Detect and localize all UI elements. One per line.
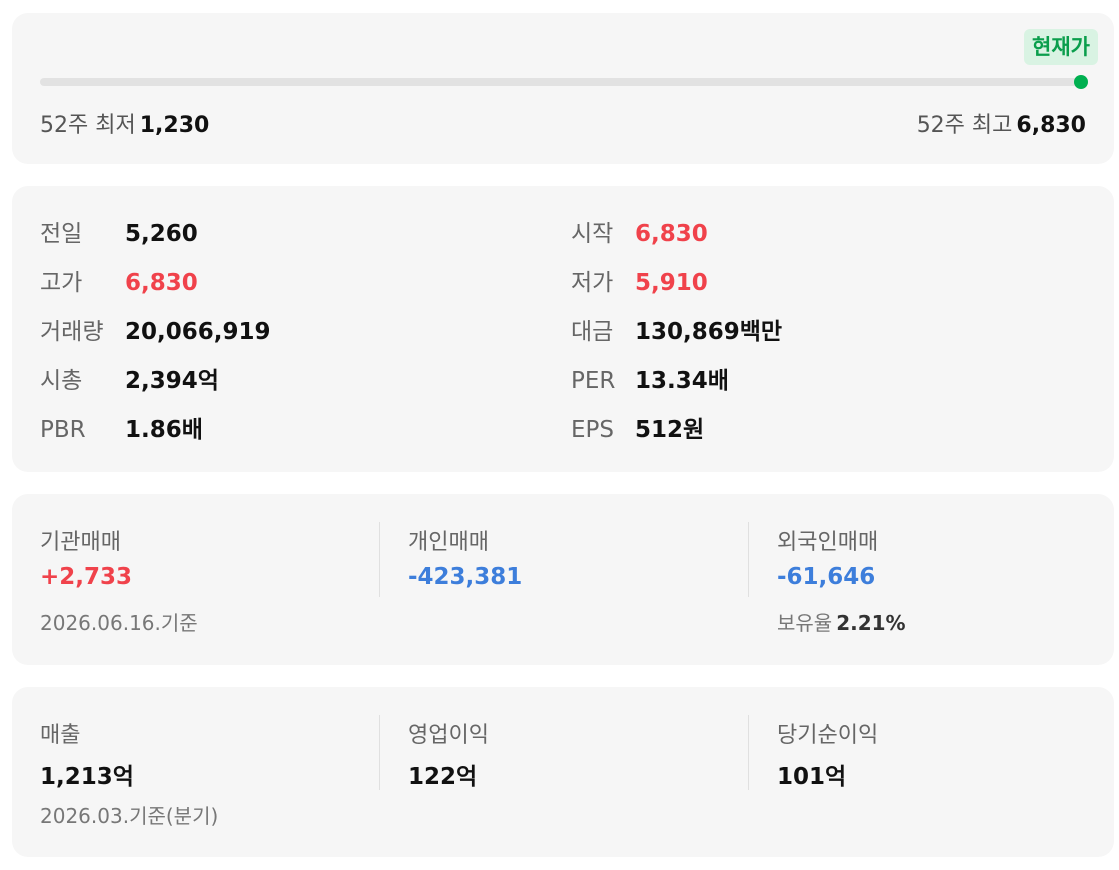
operating-profit-label: 영업이익	[408, 723, 489, 748]
trading-date-note: 2026.06.16.기준	[40, 611, 198, 635]
stat-label: 시총	[40, 368, 83, 394]
stat-value: 6,830	[635, 221, 708, 247]
week52-low-label: 52주 최저	[40, 113, 136, 138]
stat-trading-value: 대금 130,869백만	[571, 317, 782, 347]
week52-high-label: 52주 최고	[916, 113, 1013, 138]
stat-eps: EPS 512원	[571, 415, 704, 445]
stat-high: 고가 6,830	[40, 268, 198, 298]
net-income: 당기순이익 101억	[749, 687, 1117, 857]
current-price-badge: 현재가	[1024, 29, 1098, 65]
week52-low: 52주 최저 1,230	[40, 107, 209, 139]
week52-low-value: 1,230	[139, 113, 210, 138]
net-income-label: 당기순이익	[777, 723, 879, 748]
stat-label: 전일	[40, 221, 83, 247]
operating-profit-value: 122억	[408, 764, 478, 790]
stat-market-cap: 시총 2,394억	[40, 366, 219, 396]
institution-trading-value: +2,733	[40, 564, 133, 590]
price-range-bar	[40, 75, 1088, 89]
individual-trading-label: 개인매매	[408, 530, 489, 555]
stat-low: 저가 5,910	[571, 268, 708, 298]
stat-value: 13.34배	[635, 368, 729, 394]
stat-volume: 거래량 20,066,919	[40, 317, 271, 347]
stat-value: 130,869백만	[635, 319, 783, 345]
stat-label: 고가	[40, 270, 83, 296]
individual-trading-value: -423,381	[408, 564, 523, 590]
stat-label: 저가	[571, 270, 614, 296]
foreign-trading: 외국인매매 -61,646 보유율 2.21%	[749, 494, 1117, 665]
revenue-value: 1,213억	[40, 764, 134, 790]
foreign-holding-label: 보유율	[777, 611, 833, 635]
stat-label: 시작	[571, 221, 614, 247]
stat-label: 대금	[571, 319, 614, 345]
stat-label: EPS	[571, 417, 615, 443]
stat-pbr: PBR 1.86배	[40, 415, 203, 445]
stat-value: 6,830	[125, 270, 198, 296]
stat-value: 512원	[635, 417, 705, 443]
institution-trading-label: 기관매매	[40, 530, 121, 555]
week52-high: 52주 최고 6,830	[917, 107, 1086, 139]
stat-value: 5,260	[125, 221, 198, 247]
revenue-label: 매출	[40, 723, 81, 748]
institution-trading: 기관매매 +2,733 2026.06.16.기준	[12, 494, 380, 665]
price-stats-card: 전일 5,260 고가 6,830 거래량 20,066,919 시총 2,394억 P…	[12, 186, 1114, 472]
stat-per: PER 13.34배	[571, 366, 729, 396]
individual-trading: 개인매매 -423,381	[380, 494, 748, 665]
stat-prev-close: 전일 5,260	[40, 219, 198, 249]
stat-label: 거래량	[40, 319, 104, 345]
week52-high-value: 6,830	[1016, 113, 1086, 138]
financials-date-note: 2026.03.기준(분기)	[40, 804, 219, 828]
foreign-trading-value: -61,646	[777, 564, 876, 590]
current-price-marker	[1074, 75, 1088, 89]
revenue: 매출 1,213억 2026.03.기준(분기)	[12, 687, 380, 857]
stat-label: PBR	[40, 417, 86, 443]
stat-value: 1.86배	[125, 417, 203, 443]
foreign-holding-ratio: 보유율 2.21%	[777, 607, 906, 636]
stat-value: 2,394억	[125, 368, 219, 394]
operating-profit: 영업이익 122억	[380, 687, 748, 857]
foreign-trading-label: 외국인매매	[777, 530, 879, 555]
stat-label: PER	[571, 368, 616, 394]
stat-open: 시작 6,830	[571, 219, 708, 249]
foreign-holding-value: 2.21%	[836, 611, 906, 635]
price-range-card: 현재가 52주 최저 1,230 52주 최고 6,830	[12, 13, 1114, 164]
stat-value: 20,066,919	[125, 319, 271, 345]
financials-card: 매출 1,213억 2026.03.기준(분기) 영업이익 122억 당기순이익…	[12, 687, 1114, 857]
stat-value: 5,910	[635, 270, 708, 296]
investor-trading-card: 기관매매 +2,733 2026.06.16.기준 개인매매 -423,381 …	[12, 494, 1114, 665]
net-income-value: 101억	[777, 764, 847, 790]
